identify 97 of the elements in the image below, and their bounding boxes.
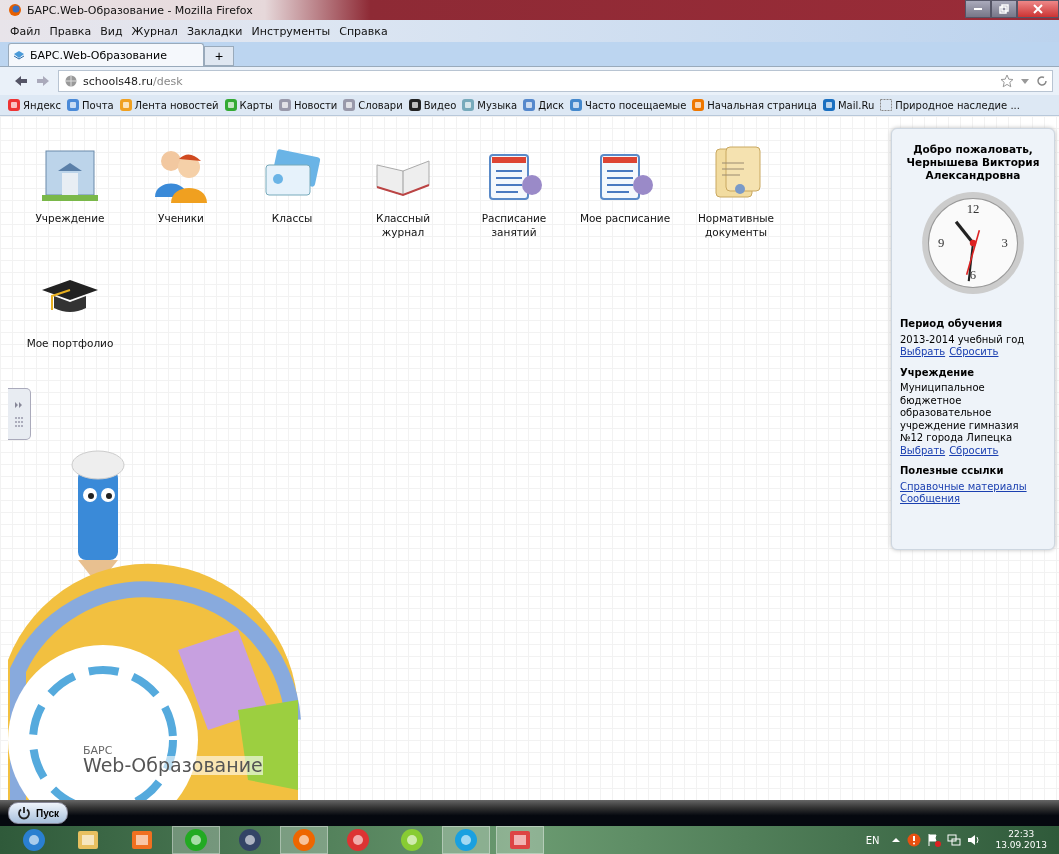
- bookmark-link[interactable]: Яндекс: [8, 99, 62, 111]
- bookmark-link[interactable]: Видео: [408, 99, 457, 111]
- shortcut-label: Мое расписание: [579, 211, 671, 225]
- desktop-shortcut[interactable]: Расписание занятий: [464, 141, 564, 266]
- panel-link[interactable]: Выбрать: [900, 346, 946, 359]
- section-heading: Период обучения: [900, 318, 1004, 331]
- url-text: schools48.ru/desk: [83, 74, 183, 88]
- panel-link[interactable]: Сообщения: [900, 493, 1046, 506]
- clock-drawing: 12 3 6 9: [920, 190, 1026, 296]
- site-icon: [224, 99, 237, 111]
- site-icon: [343, 99, 356, 111]
- logo-text: Web-Образование: [83, 756, 263, 775]
- start-button[interactable]: Пуск: [8, 802, 69, 824]
- shortcut-label: Расписание занятий: [481, 211, 547, 239]
- desktop-shortcut[interactable]: Мое портфолио: [20, 266, 120, 391]
- site-icon: [119, 99, 132, 111]
- speaker-icon[interactable]: [967, 833, 982, 847]
- panel-link[interactable]: Сбросить: [949, 444, 999, 457]
- shortcut-label: Классный журнал: [375, 211, 431, 239]
- desktop-shortcut[interactable]: Нормативные документы: [686, 141, 786, 266]
- shortcut-label: Классы: [271, 211, 313, 225]
- network-icon[interactable]: [947, 833, 962, 847]
- minimize-button[interactable]: [965, 0, 991, 18]
- close-icon: [1033, 4, 1043, 14]
- section-heading: Полезные ссылки: [900, 465, 1005, 478]
- clock-time[interactable]: 22:33: [1008, 829, 1035, 840]
- panel-link[interactable]: Сбросить: [949, 346, 999, 359]
- bookmark-link[interactable]: Карты: [224, 99, 273, 111]
- flag-icon[interactable]: [927, 833, 942, 847]
- shortcut-label: Учреждение: [35, 211, 105, 225]
- bookmark-link[interactable]: Mail.Ru: [822, 99, 875, 111]
- site-icon: [408, 99, 421, 111]
- up-caret-icon[interactable]: [891, 835, 902, 845]
- minimize-icon: [974, 8, 982, 10]
- site-icon: [692, 99, 705, 111]
- bookmark-link[interactable]: Диск: [523, 99, 565, 111]
- bookmark-link[interactable]: Словари: [343, 99, 403, 111]
- bookmark-link[interactable]: Лента новостей: [119, 99, 219, 111]
- restore-icon: [999, 4, 1009, 14]
- shortcut-label: Ученики: [158, 211, 204, 225]
- tab-title: БАРС.Web-Образование: [30, 48, 167, 62]
- bookmark-link[interactable]: Музыка: [462, 99, 518, 111]
- address-field[interactable]: schools48.ru/desk: [58, 70, 1053, 92]
- panel-link[interactable]: Выбрать: [900, 444, 946, 457]
- desktop-shortcut[interactable]: Ученики: [131, 141, 231, 266]
- site-icon: [8, 99, 20, 111]
- site-icon: [278, 99, 291, 111]
- panel-toggle-handle[interactable]: [8, 388, 31, 440]
- bookmark-link[interactable]: Начальная страница: [692, 99, 817, 111]
- shortcut-label: Мое портфолио: [26, 336, 114, 350]
- welcome-text: Добро пожаловать, Чернышева Виктория Александровна: [905, 143, 1041, 182]
- brand-text: БАРС: [83, 745, 113, 756]
- site-icon: [67, 99, 80, 111]
- site-icon: [570, 99, 583, 111]
- clock-date[interactable]: 13.09.2013: [995, 840, 1047, 851]
- menu-item[interactable]: Журнал: [131, 24, 178, 38]
- taskbar-button[interactable]: [496, 826, 544, 854]
- bookmark-link[interactable]: Часто посещаемые: [570, 99, 687, 111]
- reload-icon[interactable]: [1036, 75, 1048, 87]
- bookmark-link[interactable]: Новости: [278, 99, 338, 111]
- shortcut-label: Нормативные документы: [697, 211, 775, 239]
- site-icon: [523, 99, 536, 111]
- desktop-shortcut[interactable]: Классы: [242, 141, 342, 266]
- star-icon[interactable]: [1000, 74, 1014, 88]
- globe-icon: [65, 75, 77, 87]
- maximize-button[interactable]: [991, 0, 1017, 18]
- panel-link[interactable]: Справочные материалы: [900, 480, 1046, 493]
- new-tab-button[interactable]: +: [204, 46, 234, 66]
- bookmark-link[interactable]: Почта: [67, 99, 114, 111]
- section-text: 2013-2014 учебный год: [900, 333, 1026, 346]
- grip-dots-icon: [14, 416, 24, 428]
- power-icon: [17, 806, 31, 820]
- menu-item[interactable]: Инструменты: [251, 24, 331, 38]
- desktop-shortcut[interactable]: Мое расписание: [575, 141, 675, 266]
- menu-item[interactable]: Файл: [10, 24, 41, 38]
- section-heading: Учреждение: [900, 366, 976, 379]
- back-arrow-icon[interactable]: [14, 75, 28, 87]
- window-title: БАРС.Web-Образование - Mozilla Firefox: [27, 3, 253, 17]
- menu-item[interactable]: Вид: [100, 24, 123, 38]
- language-indicator[interactable]: EN: [865, 834, 880, 846]
- ball-icon: [400, 828, 424, 852]
- site-icon: [822, 99, 835, 111]
- menu-item[interactable]: Правка: [49, 24, 92, 38]
- desktop-shortcut[interactable]: Классный журнал: [353, 141, 453, 266]
- start-orb-icon: [22, 828, 46, 852]
- bookmark-link[interactable]: Природное наследие ...: [880, 99, 1020, 111]
- menu-item[interactable]: Закладки: [186, 24, 243, 38]
- double-chevron-icon: [14, 400, 24, 410]
- dashed-square-icon: [880, 99, 893, 111]
- browser-tab[interactable]: БАРС.Web-Образование: [8, 43, 204, 66]
- menu-item[interactable]: Справка: [339, 24, 388, 38]
- site-icon: [462, 99, 475, 111]
- section-text: Муниципальное бюджетное образовательное учреждение гимназия №12 города Липецка: [900, 382, 1020, 445]
- warning-icon[interactable]: [907, 833, 922, 847]
- desktop-shortcut[interactable]: Учреждение: [20, 141, 120, 266]
- dropdown-arrow-icon[interactable]: [1020, 76, 1030, 86]
- close-button[interactable]: [1017, 0, 1059, 18]
